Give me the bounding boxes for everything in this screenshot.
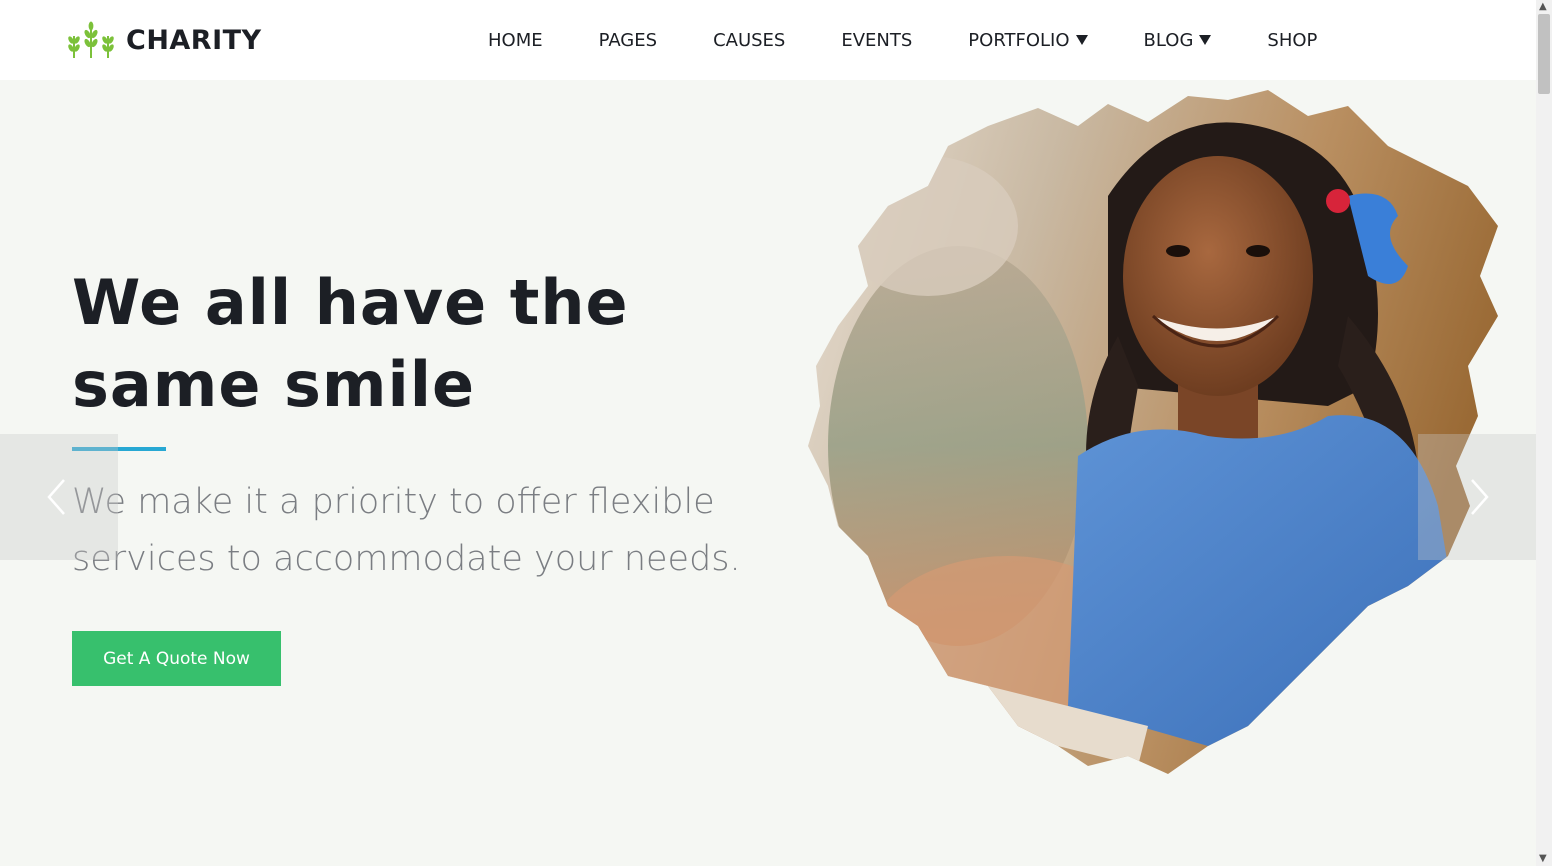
- chevron-left-icon: [47, 479, 65, 515]
- nav-item-label: PORTFOLIO: [968, 29, 1070, 51]
- page-scrollbar[interactable]: ▲ ▼: [1536, 0, 1552, 866]
- nav-item-label: HOME: [488, 29, 543, 51]
- page: CHARITY HOME PAGES CAUSES EVENTS PORTFOL…: [0, 0, 1552, 866]
- hero-image: [808, 90, 1498, 774]
- nav-item-causes[interactable]: CAUSES: [713, 26, 785, 54]
- chevron-right-icon: [1471, 479, 1489, 515]
- nav-item-portfolio[interactable]: PORTFOLIO: [968, 26, 1088, 54]
- slider-next-button[interactable]: [1418, 434, 1536, 560]
- nav-item-shop[interactable]: SHOP: [1267, 26, 1317, 54]
- nav-item-home[interactable]: HOME: [488, 26, 543, 54]
- nav-item-label: SHOP: [1267, 29, 1318, 51]
- scroll-up-icon[interactable]: ▲: [1539, 2, 1547, 12]
- hero-subtitle-line1: We make it a priority to offer flexible: [72, 482, 715, 522]
- site-header: CHARITY HOME PAGES CAUSES EVENTS PORTFOL…: [0, 0, 1536, 80]
- scroll-down-icon[interactable]: ▼: [1539, 854, 1547, 864]
- hero-title: We all have the same smile: [72, 262, 712, 426]
- nav-item-pages[interactable]: PAGES: [599, 26, 657, 54]
- hero-title-line1: We all have the: [72, 266, 629, 339]
- site-logo[interactable]: CHARITY: [66, 16, 262, 64]
- hero-subtitle-line2: services to accommodate your needs.: [72, 539, 741, 579]
- nav-item-label: CAUSES: [713, 29, 786, 51]
- nav-item-label: PAGES: [598, 29, 658, 51]
- caret-down-icon: [1199, 35, 1212, 45]
- nav-item-events[interactable]: EVENTS: [841, 26, 912, 54]
- caret-down-icon: [1075, 35, 1088, 45]
- scroll-thumb[interactable]: [1538, 14, 1550, 94]
- main-nav: HOME PAGES CAUSES EVENTS PORTFOLIO BLOG …: [488, 26, 1317, 54]
- logo-text: CHARITY: [126, 24, 262, 56]
- nav-item-label: EVENTS: [841, 29, 913, 51]
- get-quote-button[interactable]: Get A Quote Now: [72, 631, 281, 686]
- nav-item-label: BLOG: [1143, 29, 1194, 51]
- nav-item-blog[interactable]: BLOG: [1144, 26, 1212, 54]
- wheat-sprout-icon: [68, 21, 114, 58]
- slider-prev-button[interactable]: [0, 434, 118, 560]
- hero-title-line2: same smile: [72, 348, 476, 421]
- hero-subtitle: We make it a priority to offer flexible …: [72, 474, 772, 588]
